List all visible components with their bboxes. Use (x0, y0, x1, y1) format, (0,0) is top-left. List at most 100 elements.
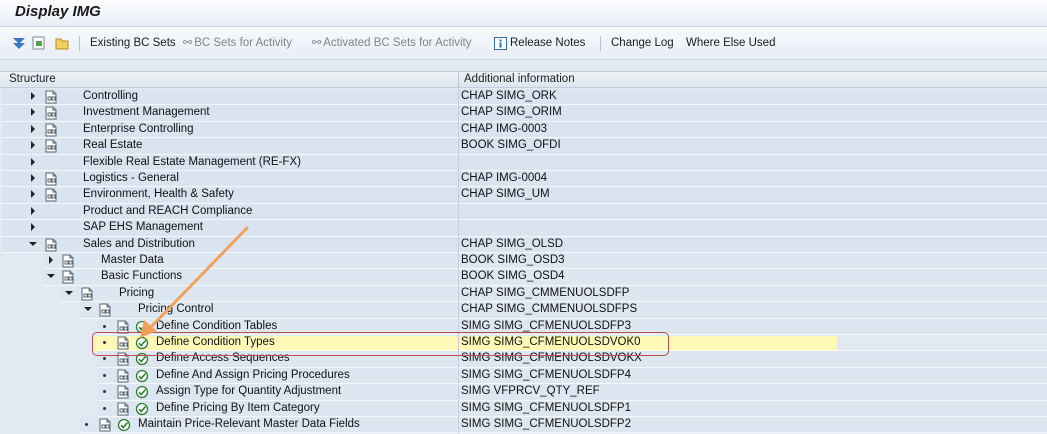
additional-info-column-header[interactable]: Additional information (464, 73, 575, 85)
column-divider (458, 105, 459, 122)
documentation-icon[interactable] (116, 385, 130, 399)
expand-subtree-icon[interactable] (11, 35, 27, 51)
tree-node-label[interactable]: Define Pricing By Item Category (156, 402, 320, 414)
documentation-icon[interactable] (61, 254, 75, 268)
tree-node-label[interactable]: Environment, Health & Safety (83, 188, 234, 200)
existing-bc-sets-button[interactable]: Existing BC Sets (90, 35, 176, 51)
tree-row[interactable]: Investment Management CHAP SIMG_ORIM (0, 105, 1047, 122)
documentation-icon[interactable] (44, 123, 58, 137)
documentation-icon[interactable] (61, 270, 75, 284)
execute-activity-icon[interactable] (135, 402, 149, 416)
expand-node-icon[interactable] (31, 174, 35, 182)
column-divider (458, 417, 459, 434)
column-divider (458, 384, 459, 401)
tree-node-label[interactable]: Assign Type for Quantity Adjustment (156, 385, 341, 397)
tree-node-label[interactable]: Define And Assign Pricing Procedures (156, 369, 350, 381)
documentation-icon[interactable] (44, 172, 58, 186)
execute-activity-icon[interactable] (117, 418, 131, 432)
documentation-icon[interactable] (44, 188, 58, 202)
application-toolbar: Existing BC Sets ⚯ BC Sets for Activity … (0, 27, 1047, 60)
release-notes-button[interactable]: Release Notes (494, 35, 585, 51)
column-divider (458, 236, 459, 253)
column-divider (458, 367, 459, 385)
change-log-button[interactable]: Change Log (611, 35, 674, 51)
column-divider (458, 285, 459, 303)
tree-row[interactable]: Sales and Distribution CHAP SIMG_OLSD (0, 236, 1047, 253)
expand-node-icon[interactable] (31, 157, 35, 166)
title-bar: Display IMG (0, 0, 1047, 27)
tree-row[interactable]: Environment, Health & Safety CHAP SIMG_UM (0, 187, 1047, 204)
column-divider (458, 187, 459, 204)
tree-row[interactable]: Pricing Control CHAP SIMG_CMMENUOLSDFPS (0, 302, 1047, 319)
additional-info-cell: BOOK SIMG_OSD3 (461, 254, 565, 266)
tree-row[interactable]: Enterprise Controlling CHAP IMG-0003 (0, 121, 1047, 139)
tree-node-label[interactable]: Pricing (119, 287, 154, 299)
expand-node-icon[interactable] (31, 190, 35, 199)
additional-info-cell: CHAP SIMG_CMMENUOLSDFP (461, 286, 630, 299)
window-title: Display IMG (15, 3, 101, 20)
collapse-node-icon[interactable] (84, 307, 92, 312)
documentation-icon[interactable] (44, 139, 58, 153)
execute-activity-icon[interactable] (135, 369, 149, 383)
tree-node-label[interactable]: Logistics - General (83, 172, 179, 184)
collapse-node-icon[interactable] (29, 241, 37, 246)
tree-row[interactable]: Assign Type for Quantity Adjustment SIMG … (0, 384, 1047, 401)
tree-node-label[interactable]: Basic Functions (101, 270, 182, 282)
tree-node-label[interactable]: Maintain Price-Relevant Master Data Fiel… (138, 418, 360, 430)
folder-icon[interactable] (54, 35, 70, 51)
expand-node-icon[interactable] (31, 223, 35, 232)
documentation-icon[interactable] (98, 303, 112, 317)
tree-node-label[interactable]: Define Condition Tables (156, 320, 277, 332)
find-icon[interactable] (31, 35, 47, 51)
documentation-icon[interactable] (80, 287, 94, 301)
tree-node-label[interactable]: Product and REACH Compliance (83, 205, 252, 217)
tree-node-label[interactable]: Sales and Distribution (83, 238, 195, 250)
tree-node-label[interactable]: Pricing Control (138, 303, 213, 315)
execute-activity-icon[interactable] (135, 385, 149, 399)
column-divider (458, 253, 459, 270)
column-divider[interactable] (458, 72, 459, 88)
tree-row[interactable]: Basic Functions BOOK SIMG_OSD4 (0, 269, 1047, 286)
documentation-icon[interactable] (44, 238, 58, 252)
bc-sets-for-activity-button[interactable]: ⚯ BC Sets for Activity (183, 35, 292, 51)
tree-node-label[interactable]: Investment Management (83, 106, 210, 118)
tree-row[interactable]: Master Data BOOK SIMG_OSD3 (0, 253, 1047, 270)
tree-row[interactable]: SAP EHS Management (0, 220, 1047, 237)
documentation-icon[interactable] (116, 402, 130, 416)
expand-node-icon[interactable] (31, 141, 35, 150)
collapse-node-icon[interactable] (65, 290, 73, 295)
expand-node-icon[interactable] (31, 206, 35, 215)
additional-info-cell: SIMG VFPRCV_QTY_REF (461, 385, 600, 398)
additional-info-cell: CHAP SIMG_ORK (461, 90, 557, 102)
tree-row[interactable]: Logistics - General CHAP IMG-0004 (0, 171, 1047, 188)
where-else-used-button[interactable]: Where Else Used (686, 35, 775, 51)
expand-node-icon[interactable] (49, 256, 53, 264)
collapse-node-icon[interactable] (47, 274, 55, 279)
column-divider (458, 154, 459, 171)
tree-row[interactable]: Pricing CHAP SIMG_CMMENUOLSDFP (0, 285, 1047, 303)
tree-row[interactable]: Define And Assign Pricing Procedures SIMG… (0, 367, 1047, 385)
tree-row[interactable]: Real Estate BOOK SIMG_OFDI (0, 138, 1047, 155)
structure-column-header[interactable]: Structure (9, 73, 56, 85)
documentation-icon[interactable] (44, 90, 58, 104)
documentation-icon[interactable] (44, 106, 58, 120)
tree-node-label[interactable]: Controlling (83, 90, 138, 102)
tree-node-label[interactable]: Flexible Real Estate Management (RE-FX) (83, 156, 301, 168)
documentation-icon[interactable] (98, 418, 112, 432)
tree-row[interactable]: Product and REACH Compliance (0, 203, 1047, 221)
tree-node-label[interactable]: Enterprise Controlling (83, 123, 194, 135)
tree-node-label[interactable]: SAP EHS Management (83, 221, 203, 233)
expand-node-icon[interactable] (31, 108, 35, 117)
column-divider (458, 400, 459, 417)
tree-node-label[interactable]: Master Data (101, 254, 164, 266)
activated-bc-sets-button[interactable]: ⚯ Activated BC Sets for Activity (312, 35, 472, 51)
tree-row[interactable]: Maintain Price-Relevant Master Data Fiel… (0, 417, 1047, 434)
tree-row[interactable]: Flexible Real Estate Management (RE-FX) (0, 154, 1047, 171)
documentation-icon[interactable] (116, 369, 130, 383)
expand-node-icon[interactable] (31, 92, 35, 100)
expand-node-icon[interactable] (31, 124, 35, 133)
tree-row[interactable]: Controlling CHAP SIMG_ORK (0, 89, 1047, 106)
tree-row[interactable]: Define Pricing By Item Category SIMG SIMG… (0, 400, 1047, 417)
tree-node-label[interactable]: Real Estate (83, 139, 142, 151)
column-divider (458, 89, 459, 106)
